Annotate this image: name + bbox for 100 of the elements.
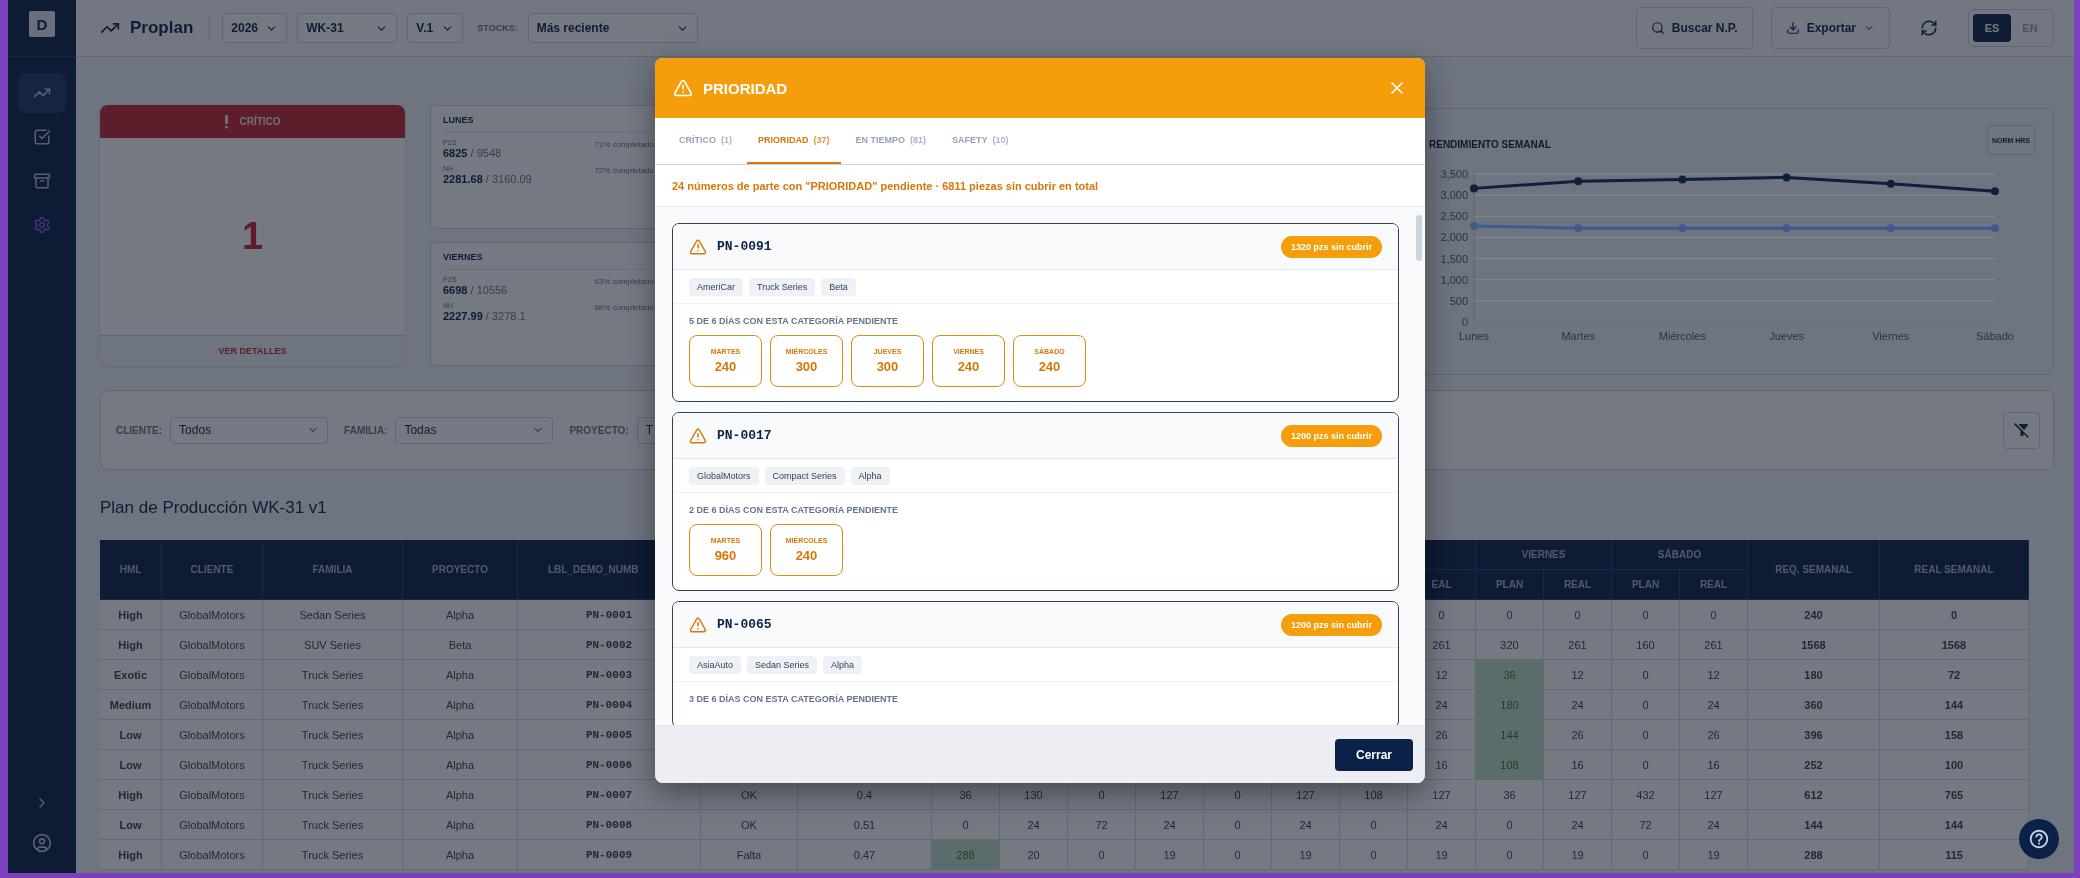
metric-value: 2227.99 / 3278.1: [443, 310, 527, 322]
table-cell: 19: [1544, 840, 1612, 870]
x-tick-label: Lunes: [1459, 330, 1489, 342]
table-cell: Low: [100, 810, 162, 840]
table-cell: PN-0009: [518, 840, 701, 870]
y-tick-label: 2,500: [1440, 210, 1468, 223]
details-link[interactable]: VER DETALLES: [100, 335, 405, 366]
part-number: PN-0091: [717, 239, 773, 254]
day-quantity: 960: [714, 548, 737, 563]
table-cell: High: [100, 840, 162, 870]
week-select[interactable]: WK-31: [297, 13, 398, 43]
version-select[interactable]: V.1: [407, 13, 464, 43]
close-dialog-button[interactable]: Cerrar: [1335, 738, 1413, 771]
table-cell: 261: [1680, 630, 1748, 660]
table-cell: 240: [1748, 600, 1880, 630]
sidebar-item[interactable]: [18, 73, 66, 113]
table-cell: 0: [1612, 660, 1680, 690]
days-label: 5 DE 6 DÍAS CON ESTA CATEGORÍA PENDIENTE: [689, 316, 900, 326]
table-cell: 0: [1476, 840, 1544, 870]
table-cell: Truck Series: [263, 840, 403, 870]
table-cell: 0: [1680, 600, 1748, 630]
x-tick-label: Jueves: [1769, 330, 1805, 342]
category-tab[interactable]: CRÍTICO (1): [668, 118, 743, 164]
table-cell: GlobalMotors: [162, 840, 263, 870]
table-cell: 261: [1544, 630, 1612, 660]
chart-title: RENDIMIENTO SEMANAL: [1429, 138, 1552, 150]
uncovered-badge: 1200 pzs sin cubrir: [1280, 613, 1382, 636]
tag: Truck Series: [749, 277, 816, 296]
refresh-button[interactable]: [1920, 19, 1938, 37]
table-cell: Alpha: [403, 780, 518, 810]
table-cell: 0: [1068, 840, 1136, 870]
table-cell: 16: [1544, 750, 1612, 780]
table-cell: 12: [1544, 660, 1612, 690]
table-cell: 24: [1680, 810, 1748, 840]
filter-label: FAMILIA:: [344, 424, 388, 436]
year-select[interactable]: 2026: [222, 13, 288, 43]
table-cell: Truck Series: [263, 810, 403, 840]
table-cell: 0: [1612, 750, 1680, 780]
filter-select[interactable]: Todas: [395, 416, 554, 444]
scrollbar-thumb[interactable]: [1416, 215, 1422, 261]
table-cell: 0: [1544, 600, 1612, 630]
y-tick-label: 2,000: [1440, 231, 1468, 244]
table-cell: 0: [1612, 840, 1680, 870]
category-tab[interactable]: SAFETY (10): [941, 118, 1020, 164]
table-cell: Falta: [701, 840, 798, 870]
y-tick-label: 1,500: [1440, 252, 1468, 265]
tag: Compact Series: [764, 466, 845, 485]
table-cell: 24: [1272, 810, 1340, 840]
table-cell: 180: [1748, 660, 1880, 690]
tag: Beta: [821, 277, 856, 296]
y-tick-label: 1,000: [1440, 273, 1468, 286]
data-point: [1886, 224, 1895, 233]
table-cell: 396: [1748, 720, 1880, 750]
table-cell: 0: [1340, 810, 1408, 840]
table-cell: GlobalMotors: [162, 810, 263, 840]
table-cell: 115: [1880, 840, 2029, 870]
stocks-select[interactable]: Más reciente: [527, 13, 698, 43]
clear-filters-button[interactable]: [2003, 411, 2040, 449]
table-cell: Truck Series: [263, 690, 403, 720]
x-tick-label: Sábado: [1976, 330, 2014, 342]
exclamation-icon: [224, 114, 230, 129]
table-cell: GlobalMotors: [162, 690, 263, 720]
x-tick-label: Miércoles: [1658, 330, 1706, 342]
metric-value: 6698 / 10556: [443, 284, 509, 296]
table-cell: 612: [1748, 780, 1880, 810]
table-cell: Alpha: [403, 720, 518, 750]
help-icon: [2028, 828, 2050, 850]
table-cell: 26: [1544, 720, 1612, 750]
table-cell: High: [100, 600, 162, 630]
part-number: PN-0017: [717, 428, 773, 443]
warning-icon: [689, 615, 707, 634]
table-cell: 72: [1612, 810, 1680, 840]
day-group-header: VIERNES: [1476, 540, 1612, 570]
table-cell: 144: [1880, 810, 2029, 840]
search-button[interactable]: Buscar N.P.: [1635, 7, 1753, 49]
archive-icon: [33, 172, 51, 190]
tag: GlobalMotors: [689, 466, 759, 485]
table-cell: 26: [1680, 720, 1748, 750]
table-cell: Alpha: [403, 840, 518, 870]
language-toggle[interactable]: ES: [1973, 14, 2011, 42]
table-cell: 127: [1680, 780, 1748, 810]
table-cell: Exotic: [100, 660, 162, 690]
data-point: [1782, 224, 1791, 233]
table-cell: PN-0007: [518, 780, 701, 810]
table-cell: Low: [100, 750, 162, 780]
data-point: [1574, 224, 1583, 233]
y-tick-label: 500: [1449, 294, 1468, 307]
table-cell: 432: [1612, 780, 1680, 810]
table-cell: Alpha: [403, 810, 518, 840]
export-button[interactable]: Exportar: [1770, 7, 1890, 49]
day-quantity: 240: [795, 548, 818, 563]
tag: Sedan Series: [747, 655, 818, 674]
filter-select[interactable]: Todos: [170, 416, 329, 444]
data-point: [1678, 224, 1687, 233]
filter-off-icon: [2012, 421, 2031, 439]
category-tab[interactable]: EN TIEMPO (81): [844, 118, 938, 164]
table-cell: 0.51: [798, 810, 932, 840]
help-button[interactable]: [2019, 819, 2059, 859]
user-button[interactable]: [30, 831, 54, 855]
y-tick-label: 3,000: [1440, 189, 1468, 202]
